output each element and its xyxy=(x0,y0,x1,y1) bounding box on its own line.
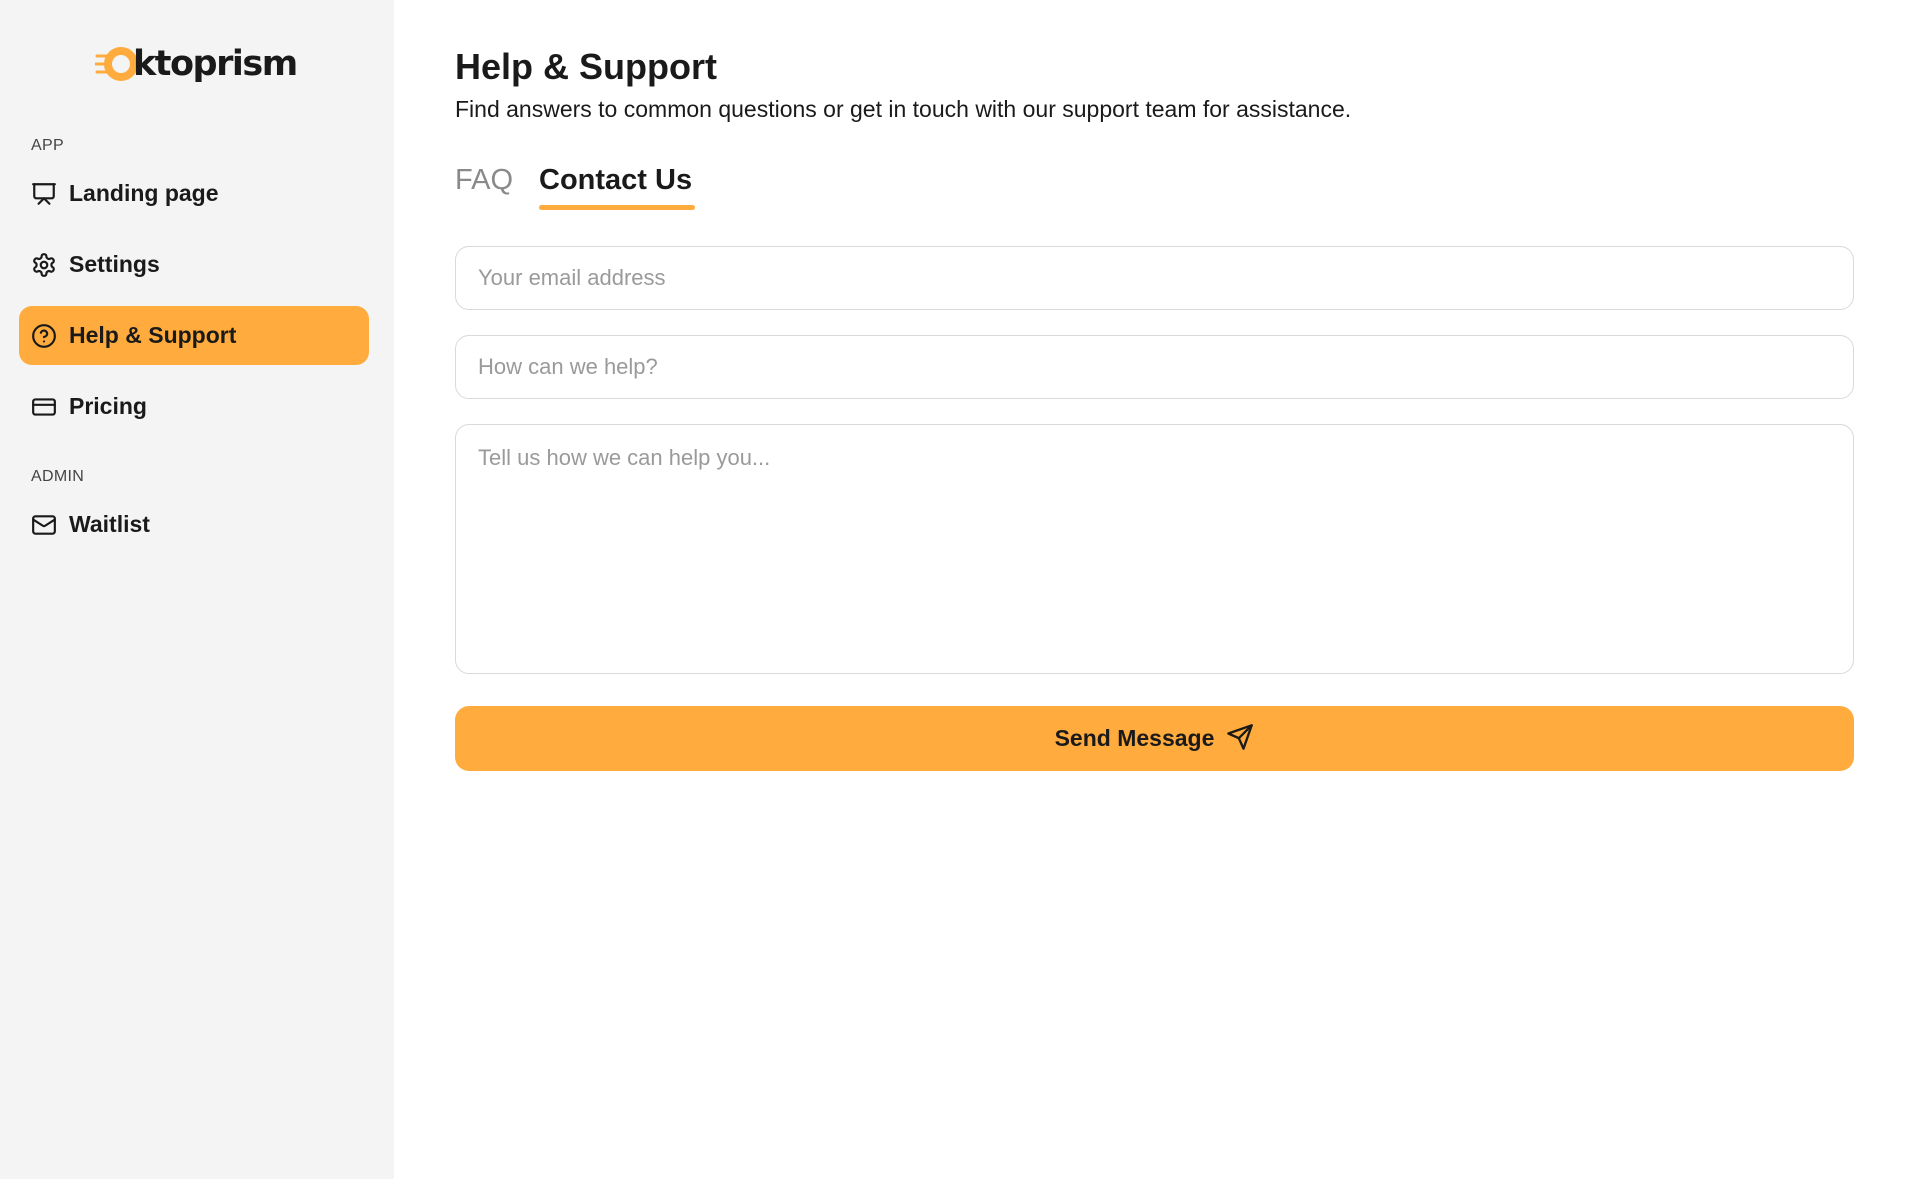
sidebar-item-label: Landing page xyxy=(69,180,219,206)
sidebar-item-help-support[interactable]: Help & Support xyxy=(19,306,369,365)
sidebar-section-app: APP xyxy=(31,137,64,154)
presentation-icon xyxy=(31,181,57,207)
credit-card-icon xyxy=(31,394,57,420)
sidebar-item-label: Waitlist xyxy=(69,511,150,537)
sidebar-item-pricing[interactable]: Pricing xyxy=(19,377,369,436)
email-field[interactable] xyxy=(455,246,1854,310)
sidebar-item-settings[interactable]: Settings xyxy=(19,235,369,294)
tab-contact-us[interactable]: Contact Us xyxy=(539,164,692,197)
subject-field[interactable] xyxy=(455,335,1854,399)
sidebar-item-label: Pricing xyxy=(69,393,147,419)
sidebar-item-label: Help & Support xyxy=(69,322,237,348)
sidebar-item-waitlist[interactable]: Waitlist xyxy=(19,495,369,554)
sidebar-item-label: Settings xyxy=(69,251,160,277)
gear-icon xyxy=(31,252,57,278)
send-message-button[interactable]: Send Message xyxy=(455,706,1854,771)
page-subtitle: Find answers to common questions or get … xyxy=(455,96,1352,122)
main-content: Help & Support Find answers to common qu… xyxy=(455,0,1920,1179)
page-title: Help & Support xyxy=(455,46,717,87)
sidebar: ktoprism APP Landing page Settings Help … xyxy=(0,0,394,1179)
active-tab-indicator xyxy=(539,205,695,210)
tab-faq[interactable]: FAQ xyxy=(455,164,513,197)
send-message-label: Send Message xyxy=(1054,725,1215,751)
question-circle-icon xyxy=(31,323,57,349)
brand-name: ktoprism xyxy=(133,44,298,84)
message-field[interactable] xyxy=(455,424,1854,674)
sidebar-section-admin: ADMIN xyxy=(31,468,85,485)
send-icon xyxy=(1226,723,1254,754)
mail-icon xyxy=(31,512,57,538)
brand-logo[interactable]: ktoprism xyxy=(95,42,298,86)
sidebar-item-landing-page[interactable]: Landing page xyxy=(19,164,369,223)
